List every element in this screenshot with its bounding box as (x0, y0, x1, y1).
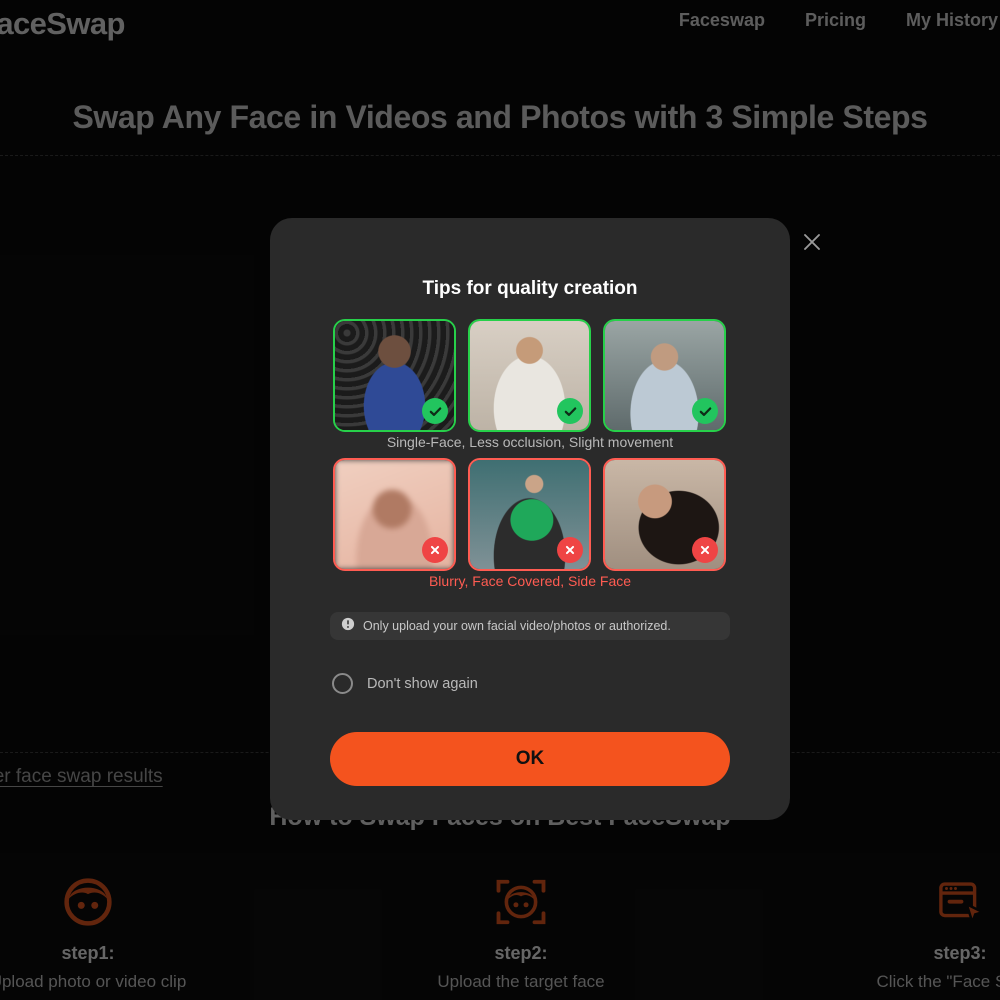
app-root: FaceSwap Faceswap Pricing My History Swa… (0, 0, 1000, 1000)
ok-button[interactable]: OK (330, 732, 730, 786)
check-icon (692, 398, 718, 424)
modal-title: Tips for quality creation (422, 278, 638, 299)
close-icon[interactable] (798, 228, 826, 256)
info-icon (341, 617, 355, 636)
cross-icon (422, 537, 448, 563)
good-examples-row (333, 319, 727, 432)
dont-show-again-checkbox[interactable] (332, 673, 353, 694)
dont-show-again-option[interactable]: Don't show again (332, 673, 478, 694)
good-examples-caption: Single-Face, Less occlusion, Slight move… (386, 434, 674, 450)
bad-example-2[interactable] (468, 458, 591, 571)
upload-notice: Only upload your own facial video/photos… (330, 612, 730, 640)
good-example-3[interactable] (603, 319, 726, 432)
cross-icon (692, 537, 718, 563)
good-example-2[interactable] (468, 319, 591, 432)
bad-example-3[interactable] (603, 458, 726, 571)
bad-examples-caption: Blurry, Face Covered, Side Face (428, 573, 632, 589)
upload-notice-text: Only upload your own facial video/photos… (363, 619, 671, 633)
good-example-1[interactable] (333, 319, 456, 432)
check-icon (557, 398, 583, 424)
dont-show-again-label: Don't show again (367, 675, 478, 692)
cross-icon (557, 537, 583, 563)
check-icon (422, 398, 448, 424)
bad-example-1[interactable] (333, 458, 456, 571)
bad-examples-row (333, 458, 727, 571)
tips-modal: Tips for quality creation Single-Face, L… (270, 218, 790, 820)
